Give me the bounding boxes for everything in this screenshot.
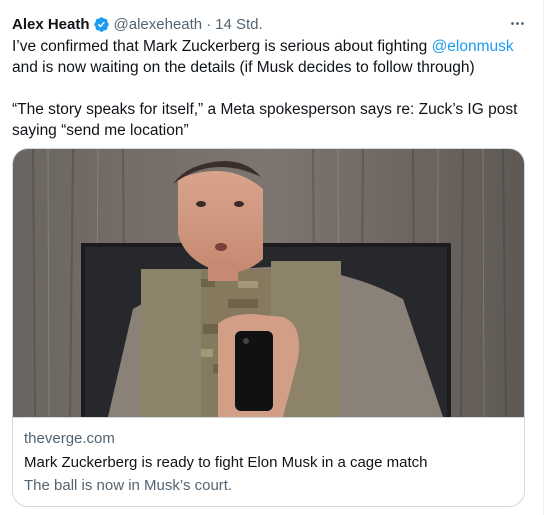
link-card[interactable]: theverge.com Mark Zuckerberg is ready to… xyxy=(12,148,525,507)
timestamp[interactable]: 14 Std. xyxy=(215,16,263,33)
text-segment: and is now waiting on the details (if Mu… xyxy=(12,59,475,76)
tweet-paragraph: I’ve confirmed that Mark Zuckerberg is s… xyxy=(12,36,532,78)
more-horizontal-icon[interactable] xyxy=(505,13,529,33)
quote-paragraph: “The story speaks for itself,” a Meta sp… xyxy=(12,101,518,139)
mention-link[interactable]: @elonmusk xyxy=(432,38,514,55)
tweet-header: Alex Heath @alexeheath · 14 Std. xyxy=(12,14,533,34)
card-description: The ball is now in Musk’s court. xyxy=(24,477,233,494)
author-handle[interactable]: @alexeheath xyxy=(114,16,203,33)
card-title[interactable]: Mark Zuckerberg is ready to fight Elon M… xyxy=(24,454,428,471)
text-segment: I’ve confirmed that Mark Zuckerberg is s… xyxy=(12,38,432,55)
card-image[interactable] xyxy=(13,149,524,417)
card-divider xyxy=(13,417,524,418)
tweet-text: I’ve confirmed that Mark Zuckerberg is s… xyxy=(12,36,532,141)
separator-dot: · xyxy=(206,15,212,33)
tweet[interactable]: Alex Heath @alexeheath · 14 Std. I’ve co… xyxy=(0,0,543,515)
card-domain: theverge.com xyxy=(24,430,115,447)
author-name[interactable]: Alex Heath xyxy=(12,16,90,33)
verified-badge-icon[interactable] xyxy=(93,16,110,33)
column-border xyxy=(543,0,544,515)
